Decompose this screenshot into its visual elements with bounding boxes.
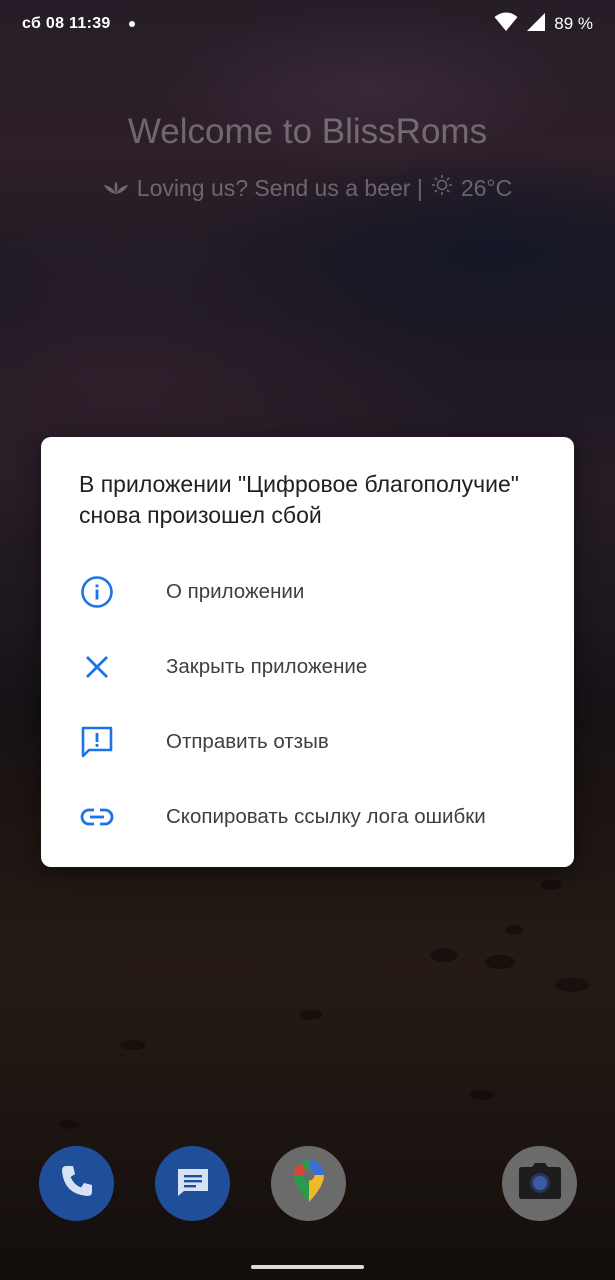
- weather-temperature: 26°C: [460, 174, 513, 201]
- close-app-label: Закрыть приложение: [166, 654, 368, 678]
- app-crash-dialog: В приложении "Цифровое благополучие" сно…: [41, 437, 574, 867]
- home-tagline[interactable]: Loving us? Send us a beer | 26°C: [0, 174, 615, 202]
- copy-log-link-label: Скопировать ссылку лога ошибки: [166, 804, 486, 828]
- welcome-title: Welcome to BlissRoms: [127, 112, 488, 151]
- send-feedback-option[interactable]: Отправить отзыв: [41, 704, 574, 779]
- dialog-title: В приложении "Цифровое благополучие" сно…: [79, 471, 519, 528]
- status-bar: сб 08 11:39 89 %: [0, 0, 615, 48]
- home-gesture-bar[interactable]: [251, 1265, 364, 1269]
- maps-icon: [291, 1158, 327, 1209]
- signal-icon: [526, 12, 546, 37]
- lotus-icon: [103, 175, 129, 202]
- close-icon: [79, 649, 115, 685]
- app-info-option[interactable]: О приложении: [41, 554, 574, 629]
- send-feedback-label: Отправить отзыв: [166, 729, 329, 753]
- app-info-label: О приложении: [166, 579, 305, 603]
- info-icon: [79, 574, 115, 610]
- phone-app-button[interactable]: [39, 1146, 114, 1221]
- phone-icon: [57, 1161, 97, 1206]
- notification-dot-icon: [128, 21, 135, 27]
- status-time: сб 08 11:39: [22, 15, 111, 32]
- battery-percentage: 89 %: [554, 14, 593, 33]
- link-icon: [79, 799, 115, 835]
- messages-app-button[interactable]: [155, 1146, 230, 1221]
- maps-app-button[interactable]: [271, 1146, 346, 1221]
- wifi-icon: [494, 12, 518, 37]
- feedback-icon: [79, 724, 115, 760]
- status-icons: 89 %: [494, 12, 593, 37]
- camera-app-button[interactable]: [502, 1146, 577, 1221]
- weather-sun-icon: [431, 174, 453, 202]
- close-app-option[interactable]: Закрыть приложение: [41, 629, 574, 704]
- copy-log-link-option[interactable]: Скопировать ссылку лога ошибки: [41, 779, 574, 854]
- camera-icon: [518, 1162, 562, 1205]
- messages-icon: [173, 1161, 213, 1206]
- tagline-text: Loving us? Send us a beer |: [136, 174, 423, 201]
